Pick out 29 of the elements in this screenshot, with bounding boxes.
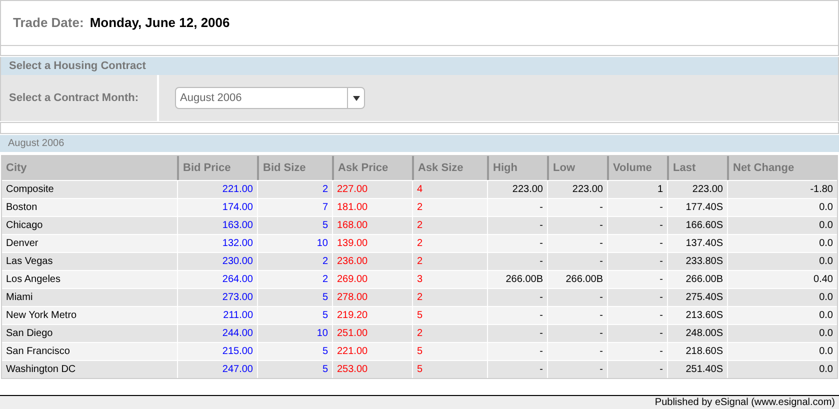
table-cell: 253.00 (332, 361, 412, 378)
field-label: Select a Contract Month: (9, 90, 139, 106)
table-cell: 5 (257, 361, 332, 378)
contract-month-dropdown[interactable]: August 2006 (175, 87, 365, 109)
section-header: Select a Housing Contract (0, 57, 839, 75)
table-cell: 5 (412, 361, 487, 378)
table-cell-text: New York Metro (5, 309, 78, 323)
table-cell-text: San Francisco (5, 345, 71, 359)
table-cell-text: San Diego (5, 327, 54, 341)
table-cell-text: Denver (5, 237, 40, 251)
trade-date-label: Trade Date: (13, 14, 84, 32)
table-cell: - (487, 361, 547, 378)
table-cell: 0.0 (727, 361, 837, 378)
table-cell: 247.00 (177, 361, 257, 378)
table-cell-text: Composite (5, 183, 55, 197)
trade-date: Monday, June 12, 2006 (90, 14, 230, 32)
column-header: City (5, 160, 28, 176)
footer: Published by eSignal (www.esignal.com) (0, 395, 839, 409)
table-cell-text: Chicago (5, 219, 44, 233)
table-cell: - (607, 361, 667, 378)
table-cell-text: Miami (5, 291, 34, 305)
table-title: August 2006 (0, 135, 839, 152)
table-cell-text: Washington DC (5, 363, 77, 377)
table-cell-text: Los Angeles (5, 273, 62, 287)
table-cell: - (547, 361, 607, 378)
table-cell: 251.40S (667, 361, 727, 378)
caret-icon (352, 96, 360, 100)
table-cell-text: Las Vegas (5, 255, 54, 269)
table-cell-text: Boston (5, 201, 38, 215)
